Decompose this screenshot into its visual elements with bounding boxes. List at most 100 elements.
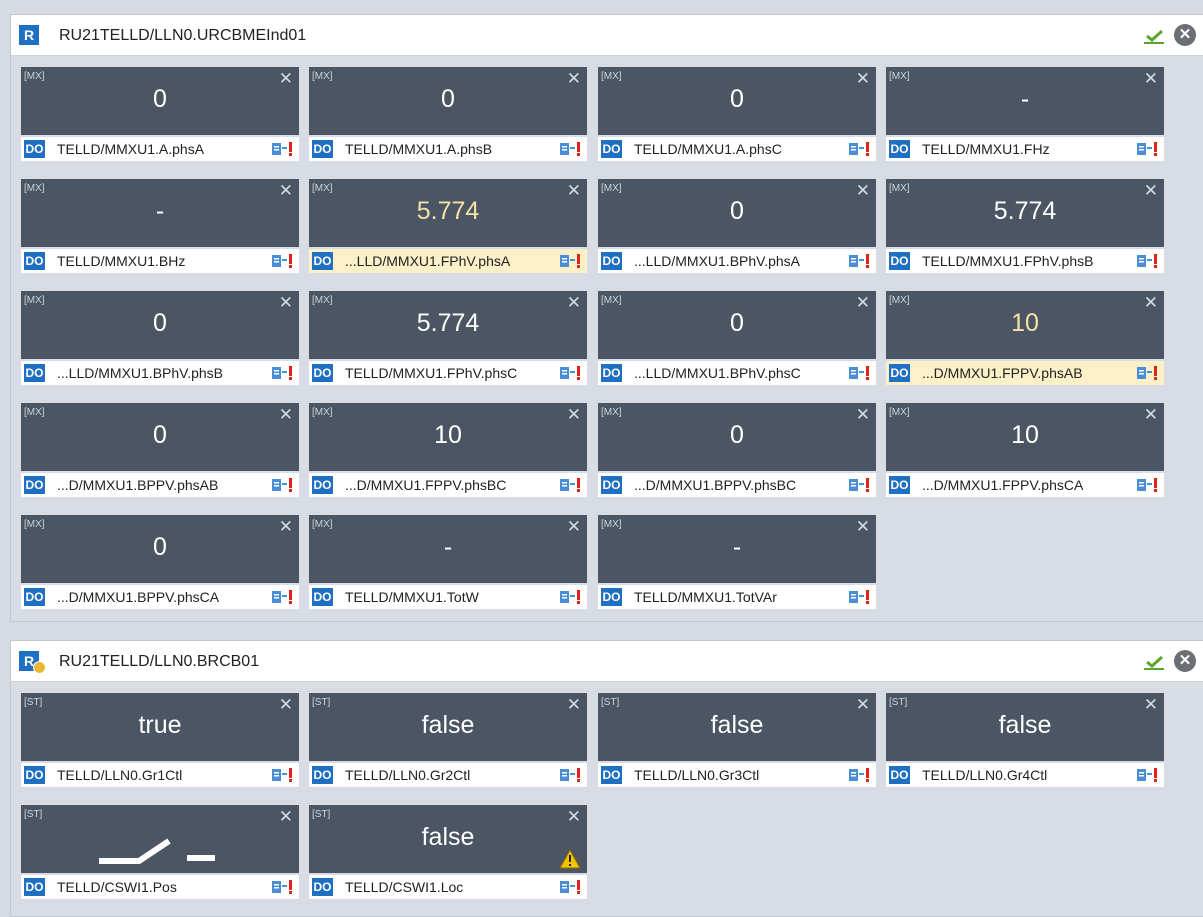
fc-tag: [MX] (601, 407, 622, 418)
card-value: true (138, 711, 182, 739)
quality-status-icon[interactable] (1136, 140, 1160, 158)
card-display: [MX] ✕ 5.774 (309, 179, 587, 247)
fc-tag: [MX] (601, 519, 622, 530)
quality-status-icon[interactable] (1136, 364, 1160, 382)
card-display: [MX] ✕ 0 (309, 67, 587, 135)
card-display: [MX] ✕ 0 (598, 291, 876, 359)
quality-status-icon[interactable] (559, 588, 583, 606)
quality-status-icon[interactable] (559, 252, 583, 270)
quality-status-icon[interactable] (848, 364, 872, 382)
card-footer: DO TELLD/CSWI1.Loc (309, 875, 587, 899)
enable-check-icon[interactable] (1142, 27, 1166, 45)
quality-status-icon[interactable] (271, 364, 295, 382)
object-path: TELLD/MMXU1.A.phsA (57, 141, 205, 157)
card-display: [MX] ✕ 0 (598, 179, 876, 247)
do-badge: DO (601, 766, 622, 784)
card-footer: DO TELLD/LLN0.Gr4Ctl (886, 763, 1164, 787)
object-path: ...D/MMXU1.BPPV.phsBC (634, 477, 797, 493)
card-value: 10 (434, 421, 462, 449)
object-path: TELLD/MMXU1.TotW (345, 589, 479, 605)
card-footer: DO TELLD/LLN0.Gr1Ctl (21, 763, 299, 787)
object-path: ...D/MMXU1.BPPV.phsCA (57, 589, 220, 605)
card-value: 5.774 (993, 197, 1057, 225)
card-value: 0 (153, 533, 167, 561)
card-footer: DO TELLD/MMXU1.FHz (886, 137, 1164, 161)
warning-icon (559, 849, 581, 869)
object-path: TELLD/MMXU1.BHz (57, 253, 186, 269)
do-badge: DO (312, 364, 333, 382)
close-panel-button[interactable]: ✕ (1174, 24, 1196, 46)
remove-card-button[interactable]: ✕ (279, 807, 293, 827)
quality-status-icon[interactable] (559, 878, 583, 896)
object-path: TELLD/LLN0.Gr1Ctl (57, 767, 183, 783)
object-path: ...D/MMXU1.FPPV.phsCA (922, 477, 1084, 493)
quality-status-icon[interactable] (848, 252, 872, 270)
data-object-card: [MX] ✕ 0 DO TELLD/MMXU1.A.phsB (309, 67, 587, 161)
quality-status-icon[interactable] (559, 476, 583, 494)
data-object-card: [MX] ✕ 10 DO ...D/MMXU1.FPPV.phsBC (309, 403, 587, 497)
data-object-card: [MX] ✕ 0 DO ...LLD/MMXU1.BPhV.phsB (21, 291, 299, 385)
object-path: ...LLD/MMXU1.FPhV.phsA (345, 253, 511, 269)
object-path: ...D/MMXU1.BPPV.phsAB (57, 477, 219, 493)
do-badge: DO (24, 252, 45, 270)
card-footer: DO ...LLD/MMXU1.BPhV.phsA (598, 249, 876, 273)
quality-status-icon[interactable] (848, 588, 872, 606)
do-badge: DO (312, 766, 333, 784)
card-display: [ST] ✕ false (309, 693, 587, 761)
card-value: false (998, 711, 1052, 739)
card-footer: DO TELLD/LLN0.Gr2Ctl (309, 763, 587, 787)
card-display: [ST] ✕ false (886, 693, 1164, 761)
report-badge-icon: R (19, 651, 46, 674)
do-badge: DO (889, 364, 910, 382)
quality-status-icon[interactable] (271, 588, 295, 606)
panel-title: RU21TELLD/LLN0.URCBMEInd01 (59, 27, 307, 44)
card-value: 5.774 (416, 309, 480, 337)
do-badge: DO (312, 878, 333, 896)
fc-tag: [MX] (312, 71, 333, 82)
enable-check-icon[interactable] (1142, 653, 1166, 671)
card-footer: DO ...LLD/MMXU1.BPhV.phsC (598, 361, 876, 385)
fc-tag: [MX] (24, 71, 45, 82)
quality-status-icon[interactable] (271, 140, 295, 158)
fc-tag: [ST] (24, 697, 43, 708)
card-footer: DO TELLD/MMXU1.A.phsA (21, 137, 299, 161)
card-display: [MX] ✕ 10 (886, 403, 1164, 471)
quality-status-icon[interactable] (559, 140, 583, 158)
fc-tag: [MX] (889, 295, 910, 306)
fc-tag: [MX] (24, 519, 45, 530)
quality-status-icon[interactable] (1136, 252, 1160, 270)
quality-status-icon[interactable] (848, 476, 872, 494)
quality-status-icon[interactable] (271, 252, 295, 270)
data-object-card: [ST] ✕ false DO TELLD/CSWI1.Loc (309, 805, 587, 899)
quality-status-icon[interactable] (271, 476, 295, 494)
data-object-card: [MX] ✕ 0 DO TELLD/MMXU1.A.phsC (598, 67, 876, 161)
object-path: TELLD/MMXU1.FPhV.phsB (922, 253, 1094, 269)
do-badge: DO (312, 252, 333, 270)
data-object-card: [MX] ✕ 5.774 DO TELLD/MMXU1.FPhV.phsB (886, 179, 1164, 273)
object-path: ...LLD/MMXU1.BPhV.phsA (634, 253, 801, 269)
quality-status-icon[interactable] (271, 878, 295, 896)
quality-status-icon[interactable] (1136, 476, 1160, 494)
quality-status-icon[interactable] (559, 364, 583, 382)
quality-status-icon[interactable] (848, 140, 872, 158)
card-footer: DO TELLD/CSWI1.Pos (21, 875, 299, 899)
card-footer: DO ...D/MMXU1.FPPV.phsAB (886, 361, 1164, 385)
quality-status-icon[interactable] (848, 766, 872, 784)
object-path: TELLD/CSWI1.Loc (345, 879, 464, 895)
card-display: [MX] ✕ 10 (309, 403, 587, 471)
card-display: [ST] ✕ false (309, 805, 587, 873)
do-badge: DO (889, 766, 910, 784)
fc-tag: [MX] (24, 183, 45, 194)
card-value: 0 (730, 309, 744, 337)
quality-status-icon[interactable] (1136, 766, 1160, 784)
quality-status-icon[interactable] (559, 766, 583, 784)
fc-tag: [ST] (312, 809, 331, 820)
data-object-card: [ST] ✕ true DO TELLD/LLN0.Gr1Ctl (21, 693, 299, 787)
fc-tag: [MX] (889, 183, 910, 194)
quality-status-icon[interactable] (271, 766, 295, 784)
close-panel-button[interactable]: ✕ (1174, 650, 1196, 672)
data-object-card: [MX] ✕ - DO TELLD/MMXU1.FHz (886, 67, 1164, 161)
fc-tag: [MX] (889, 71, 910, 82)
object-path: ...D/MMXU1.FPPV.phsAB (922, 365, 1083, 381)
card-value: - (1020, 85, 1030, 113)
